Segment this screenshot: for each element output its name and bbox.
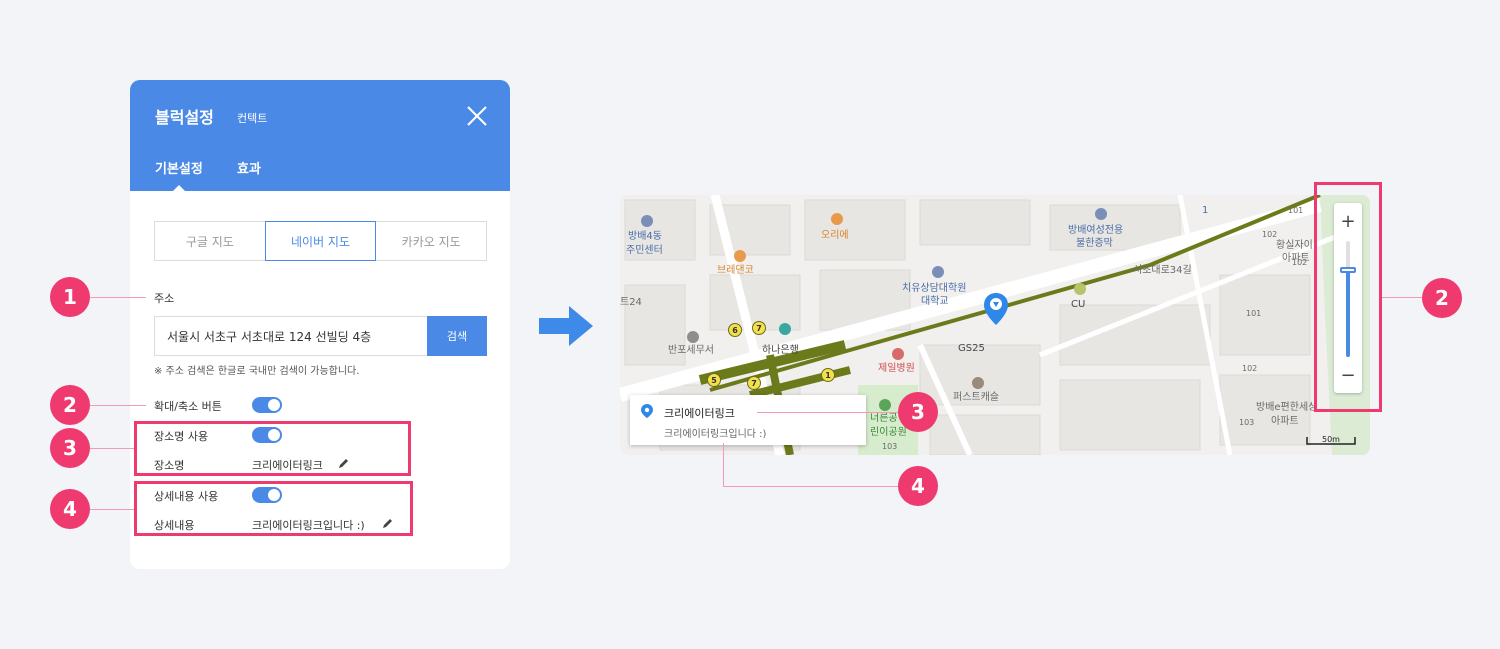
subway-exit: 7 bbox=[752, 321, 766, 335]
place-info-window[interactable]: 크리에이터링크 크리에이터링크입니다 :) bbox=[630, 395, 866, 445]
map-label: 제일병원 bbox=[878, 363, 915, 374]
map-label: 퍼스트캐슬 bbox=[953, 392, 999, 403]
annotation-badge-4: 4 bbox=[898, 466, 938, 506]
restaurant-icon bbox=[831, 213, 843, 225]
map-preview[interactable]: 6 7 5 7 1 방배4동 주민센터 브레댄코 오리에 방배여성전용 불한증막… bbox=[620, 195, 1370, 455]
map-label: 방배여성전용 bbox=[1068, 225, 1124, 236]
scale-label: 50m bbox=[1322, 435, 1340, 444]
map-label: 101 bbox=[1288, 206, 1304, 215]
restaurant-icon bbox=[734, 250, 746, 262]
map-label: 오리에 bbox=[821, 230, 849, 241]
map-label: 아파트 bbox=[1271, 416, 1299, 427]
map-label: 103 bbox=[882, 442, 898, 451]
leader-line bbox=[723, 443, 724, 486]
address-help-text: ※ 주소 검색은 한글로 국내만 검색이 가능합니다. bbox=[154, 366, 360, 377]
leader-line bbox=[90, 509, 134, 510]
panel-title: 블럭설정 bbox=[155, 108, 214, 127]
tab-naver-map[interactable]: 네이버 지도 bbox=[264, 221, 377, 261]
map-provider-tabs: 구글 지도 네이버 지도 카카오 지도 bbox=[154, 221, 488, 261]
annotation-badge-3: 3 bbox=[50, 428, 90, 468]
annotation-badge-2: 2 bbox=[50, 385, 90, 425]
subway-exit: 7 bbox=[747, 376, 761, 390]
map-label: 서초대로34길 bbox=[1133, 265, 1192, 276]
poi-icon bbox=[641, 215, 653, 227]
leader-line bbox=[757, 412, 898, 413]
map-label: 102 bbox=[1292, 258, 1308, 267]
map-label: 하나은행 bbox=[762, 345, 799, 356]
arrow-right-icon bbox=[539, 306, 593, 346]
address-label: 주소 bbox=[154, 292, 175, 305]
zoom-toggle[interactable] bbox=[252, 397, 282, 413]
map-label: 대학교 bbox=[921, 296, 949, 307]
leader-line bbox=[90, 297, 146, 298]
map-label: 101 bbox=[1246, 309, 1262, 318]
map-label: 1 bbox=[1202, 205, 1209, 216]
map-label: 트24 bbox=[620, 297, 642, 308]
map-label: 103 bbox=[1239, 418, 1255, 427]
poi-icon bbox=[972, 377, 984, 389]
annotation-badge-2: 2 bbox=[1422, 278, 1462, 318]
leader-line bbox=[90, 405, 146, 406]
map-marker-icon[interactable] bbox=[984, 293, 1008, 325]
hospital-icon bbox=[892, 348, 904, 360]
subway-exit: 6 bbox=[728, 323, 742, 337]
tab-effect[interactable]: 효과 bbox=[237, 158, 261, 177]
highlight-box-place-name bbox=[134, 421, 411, 476]
map-label: 불한증막 bbox=[1076, 238, 1113, 249]
map-label: 치유상담대학원 bbox=[902, 283, 967, 294]
active-tab-indicator bbox=[172, 185, 186, 192]
place-detail-label: 크리에이터링크입니다 :) bbox=[664, 429, 767, 440]
poi-icon bbox=[687, 331, 699, 343]
subway-exit: 5 bbox=[707, 373, 721, 387]
store-icon bbox=[1074, 283, 1086, 295]
map-label: 방배4동 bbox=[628, 231, 662, 242]
map-label: 너른공 bbox=[870, 413, 898, 424]
school-icon bbox=[932, 266, 944, 278]
panel-subtitle: 컨텍트 bbox=[237, 112, 268, 125]
leader-line bbox=[723, 486, 898, 487]
tab-kakao-map[interactable]: 카카오 지도 bbox=[375, 221, 488, 261]
location-pin-icon bbox=[641, 404, 653, 418]
poi-icon bbox=[1095, 208, 1107, 220]
map-label: 방배e편한세상 bbox=[1256, 402, 1318, 413]
map-label: 반포세무서 bbox=[668, 345, 714, 356]
annotation-badge-4: 4 bbox=[50, 489, 90, 529]
leader-line bbox=[90, 448, 134, 449]
map-label: 브레댄코 bbox=[717, 265, 754, 276]
search-button[interactable]: 검색 bbox=[427, 316, 487, 356]
map-label: 102 bbox=[1242, 364, 1258, 373]
highlight-box-detail bbox=[134, 481, 413, 536]
bank-icon bbox=[779, 323, 791, 335]
place-name-label: 크리에이터링크 bbox=[664, 407, 735, 420]
highlight-box-zoom-control bbox=[1314, 182, 1382, 412]
park-icon bbox=[879, 399, 891, 411]
map-label: 주민센터 bbox=[626, 245, 663, 256]
map-label: 린이공원 bbox=[870, 427, 907, 438]
zoom-toggle-label: 확대/축소 버튼 bbox=[154, 400, 222, 413]
subway-exit: 1 bbox=[821, 368, 835, 382]
leader-line bbox=[1382, 297, 1422, 298]
address-input[interactable] bbox=[154, 316, 427, 356]
map-label: 102 bbox=[1262, 230, 1278, 239]
panel-header: 블럭설정 컨텍트 기본설정 효과 bbox=[130, 80, 510, 192]
tab-google-map[interactable]: 구글 지도 bbox=[154, 221, 266, 261]
map-label: 황실자이 bbox=[1276, 240, 1313, 251]
map-label: GS25 bbox=[958, 343, 985, 354]
close-icon[interactable] bbox=[466, 105, 488, 127]
map-label: CU bbox=[1071, 299, 1086, 310]
annotation-badge-3: 3 bbox=[898, 392, 938, 432]
tab-basic-settings[interactable]: 기본설정 bbox=[155, 158, 203, 177]
annotation-badge-1: 1 bbox=[50, 277, 90, 317]
